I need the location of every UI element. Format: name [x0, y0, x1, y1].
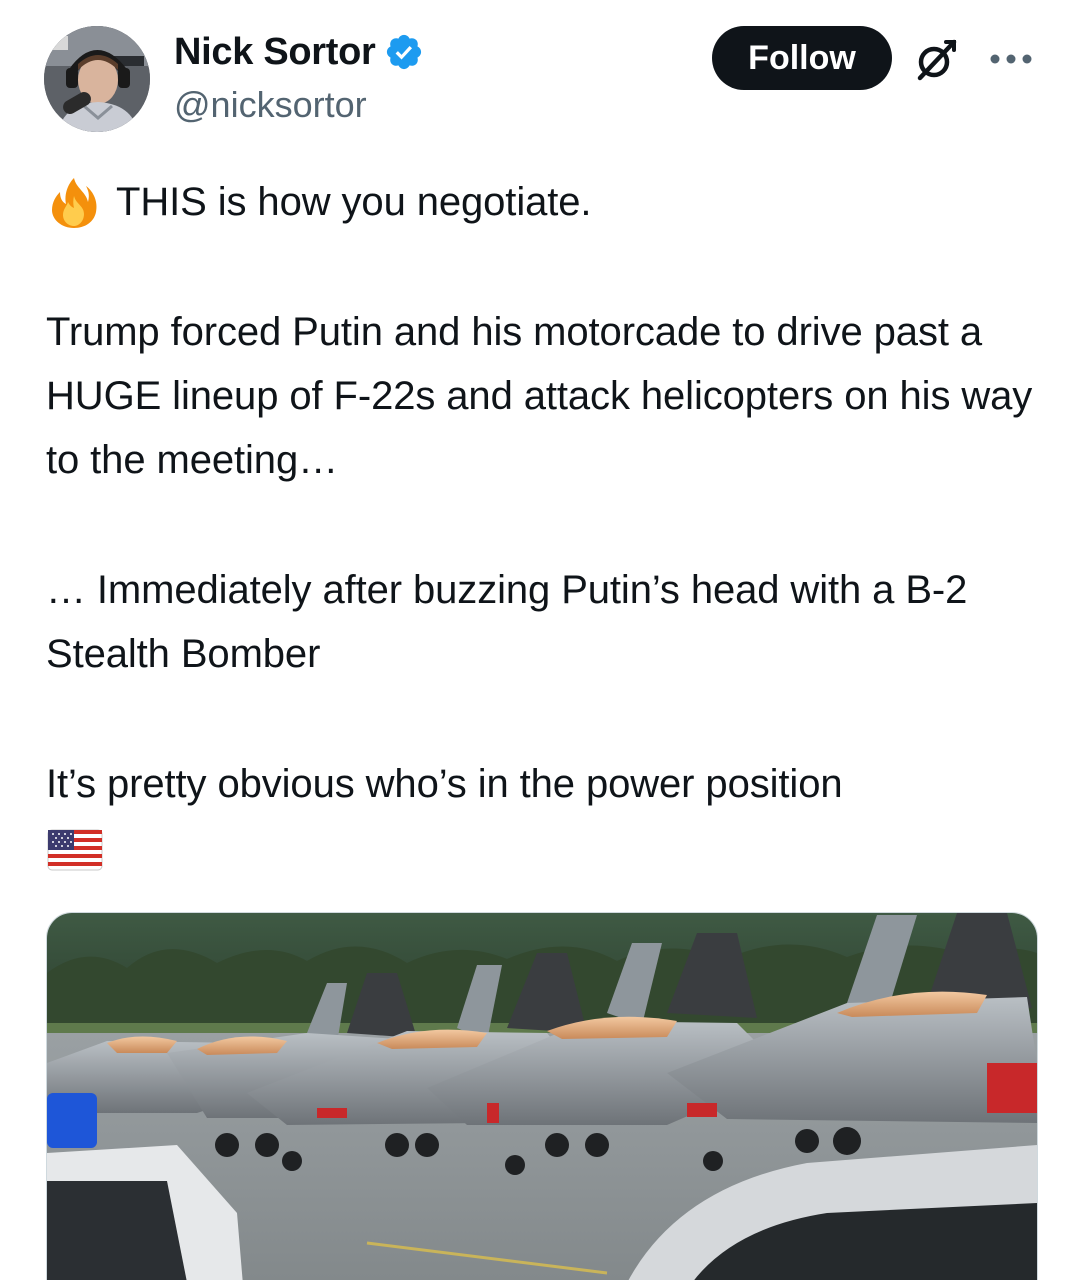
tweet-paragraph-2: Trump forced Putin and his motorcade to … [46, 310, 1033, 482]
author-name-row[interactable]: Nick Sortor [174, 30, 424, 74]
tweet-line-1-text: THIS is how you negotiate. [116, 180, 592, 224]
more-icon[interactable] [988, 46, 1034, 72]
display-name[interactable]: Nick Sortor [174, 30, 376, 74]
tweet: Nick Sortor @nicksortor Follow THIS is h… [0, 0, 1080, 1280]
grok-icon[interactable] [912, 36, 960, 84]
us-flag-icon [46, 828, 104, 872]
tweet-line-1: THIS is how you negotiate. [46, 170, 1046, 234]
avatar[interactable] [44, 26, 150, 132]
handle[interactable]: @nicksortor [174, 84, 367, 126]
verified-badge-icon [384, 32, 424, 72]
fire-icon [46, 174, 102, 230]
follow-button[interactable]: Follow [712, 26, 892, 90]
tweet-paragraph-3: … Immediately after buzzing Putin’s head… [46, 568, 968, 676]
tweet-paragraph-4: It’s pretty obvious who’s in the power p… [46, 762, 843, 806]
tweet-media-video[interactable] [46, 912, 1038, 1280]
